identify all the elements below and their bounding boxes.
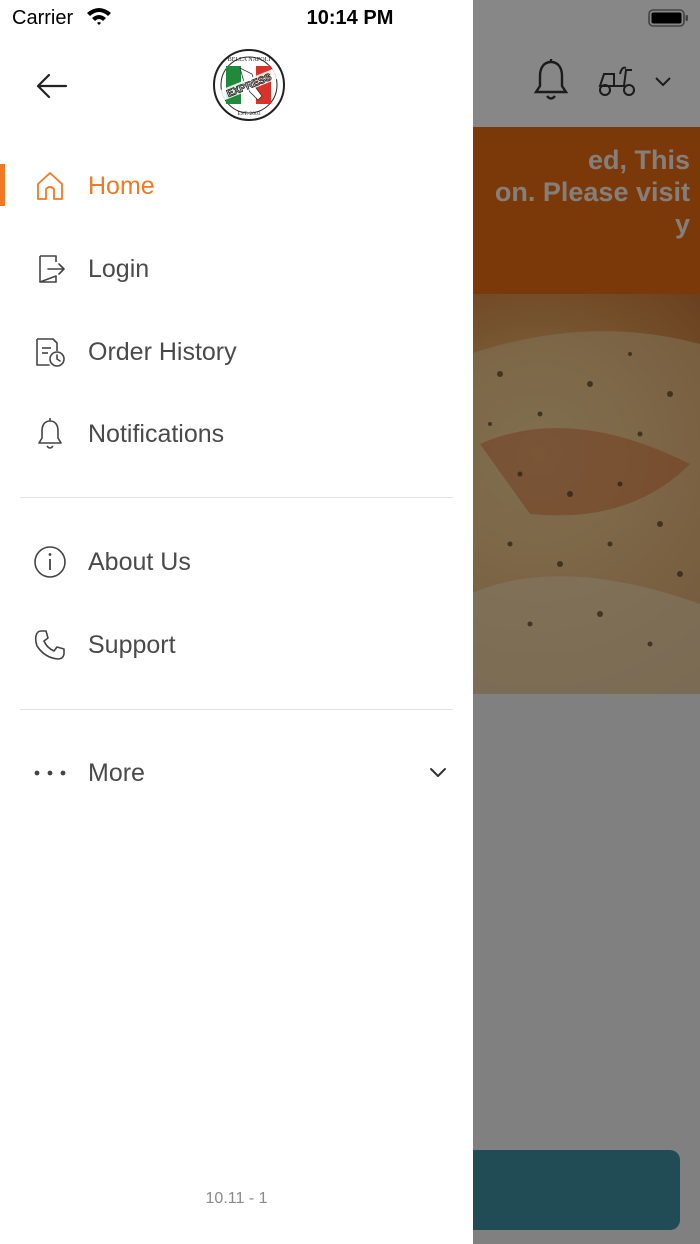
- menu-item-more[interactable]: More: [0, 743, 473, 803]
- menu-item-label: About Us: [88, 547, 191, 576]
- svg-text:BELLA NAPOLI: BELLA NAPOLI: [228, 57, 271, 63]
- menu-divider: [20, 497, 453, 498]
- info-icon: [33, 545, 67, 579]
- menu-item-login[interactable]: Login: [0, 239, 473, 299]
- menu-item-home[interactable]: Home: [0, 156, 473, 216]
- back-button[interactable]: [30, 66, 74, 106]
- bell-icon: [33, 417, 67, 451]
- menu-item-notifications[interactable]: Notifications: [0, 404, 473, 464]
- menu-divider: [20, 709, 453, 710]
- menu-item-about-us[interactable]: About Us: [0, 532, 473, 592]
- order-history-icon: [33, 335, 67, 369]
- menu-item-label: Support: [88, 630, 176, 659]
- menu-item-label: Login: [88, 254, 150, 283]
- more-dots-icon: [33, 756, 67, 790]
- navigation-drawer: EXPRESS BELLA NAPOLI EST. 2003 Home Logi…: [0, 0, 473, 1244]
- arrow-left-icon: [36, 73, 68, 99]
- phone-icon: [33, 628, 67, 662]
- menu-item-label: More: [88, 758, 145, 787]
- menu-item-label: Notifications: [88, 419, 225, 448]
- menu-item-order-history[interactable]: Order History: [0, 322, 473, 382]
- app-version: 10.11 - 1: [205, 1190, 268, 1207]
- login-icon: [33, 252, 67, 286]
- menu-item-label: Home: [88, 171, 155, 200]
- status-bar: Carrier 10:14 PM: [0, 0, 700, 40]
- menu-item-support[interactable]: Support: [0, 615, 473, 675]
- bella-napoli-express-logo: EXPRESS BELLA NAPOLI EST. 2003: [213, 49, 285, 121]
- svg-text:EST. 2003: EST. 2003: [237, 111, 260, 117]
- menu-item-label: Order History: [88, 337, 237, 366]
- home-icon: [33, 169, 67, 203]
- chevron-down-icon: [430, 768, 446, 777]
- battery-icon: [648, 9, 688, 27]
- status-time: 10:14 PM: [306, 7, 394, 29]
